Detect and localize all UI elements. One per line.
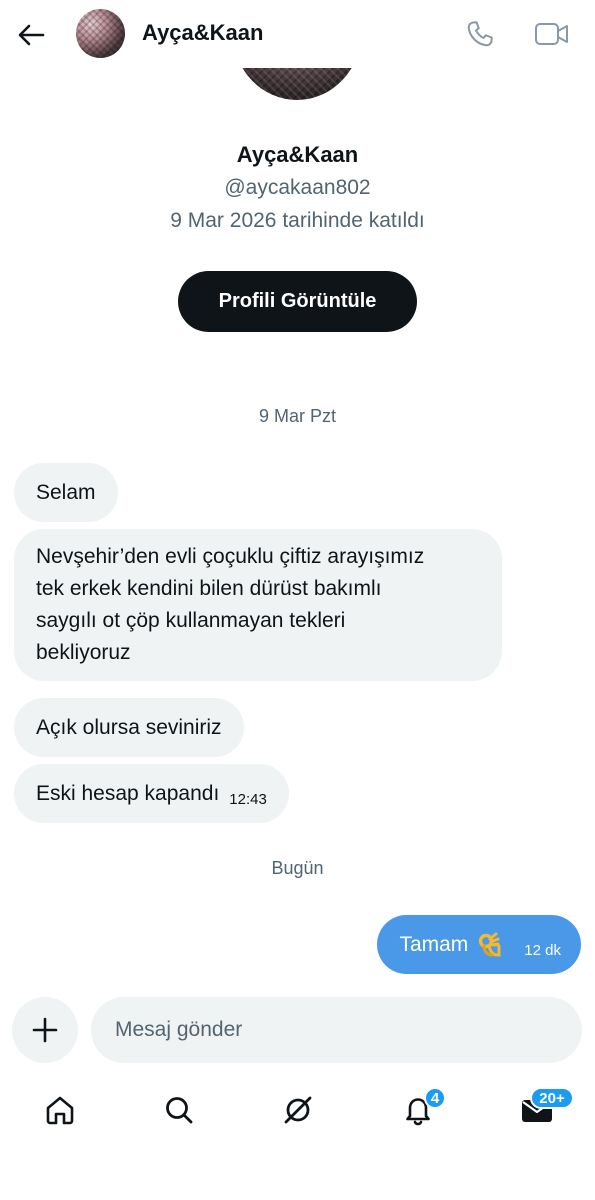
home-icon	[46, 1096, 74, 1125]
nav-notifications[interactable]: 4	[393, 1080, 446, 1140]
message-time: 12 dk	[524, 942, 561, 959]
messages-badge: 20+	[530, 1087, 574, 1109]
message-text: Selam	[36, 481, 96, 504]
contact-name[interactable]: Ayça&Kaan	[142, 20, 263, 46]
sent-message[interactable]: Tamam 12 dk	[377, 915, 581, 974]
profile-handle: @aycakaan802	[224, 176, 371, 199]
chat-header: Ayça&Kaan	[0, 0, 595, 68]
date-separator: 9 Mar Pzt	[258, 406, 337, 426]
nav-messages[interactable]: 20+	[512, 1080, 574, 1140]
phone-icon	[467, 21, 493, 47]
message-line: Nevşehir’den evli çoçuklu çiftiz arayışı…	[36, 545, 425, 568]
bottom-navigation: 4 20+	[0, 1080, 595, 1140]
video-icon	[535, 23, 568, 45]
message-text: Açık olursa seviniriz	[36, 716, 222, 739]
avatar[interactable]	[76, 9, 125, 58]
add-attachment-button[interactable]	[12, 997, 78, 1063]
grok-icon	[284, 1096, 312, 1124]
back-button[interactable]	[14, 18, 48, 52]
call-button[interactable]	[462, 16, 498, 52]
date-separator: Bugün	[271, 858, 324, 878]
received-message[interactable]: Eski hesap kapandı 12:43	[14, 764, 289, 823]
ok-hand-emoji	[479, 932, 501, 956]
view-profile-button[interactable]: Profili Görüntüle	[178, 271, 417, 332]
notification-badge: 4	[424, 1087, 446, 1109]
message-line: tek erkek kendini bilen dürüst bakımlı	[36, 577, 382, 600]
message-line: saygılı ot çöp kullanmayan tekleri	[36, 609, 346, 632]
plus-icon	[32, 1017, 58, 1043]
received-message[interactable]: Selam	[14, 463, 118, 522]
arrow-left-icon	[18, 24, 45, 46]
profile-name: Ayça&Kaan	[236, 142, 359, 167]
message-text: Tamam	[399, 932, 469, 956]
search-icon	[166, 1097, 193, 1124]
received-message[interactable]: Nevşehir’den evli çoçuklu çiftiz arayışı…	[14, 529, 502, 681]
profile-joined-date: 9 Mar 2026 tarihinde katıldı	[170, 209, 425, 232]
message-text: Eski hesap kapandı	[36, 782, 220, 805]
video-call-button[interactable]	[532, 16, 572, 52]
nav-home[interactable]	[35, 1080, 85, 1140]
message-line: bekliyoruz	[36, 641, 131, 664]
message-time: 12:43	[229, 791, 267, 808]
message-input[interactable]	[91, 997, 582, 1063]
nav-search[interactable]	[154, 1080, 204, 1140]
nav-grok[interactable]	[273, 1080, 323, 1140]
received-message[interactable]: Açık olursa seviniriz	[14, 698, 244, 757]
